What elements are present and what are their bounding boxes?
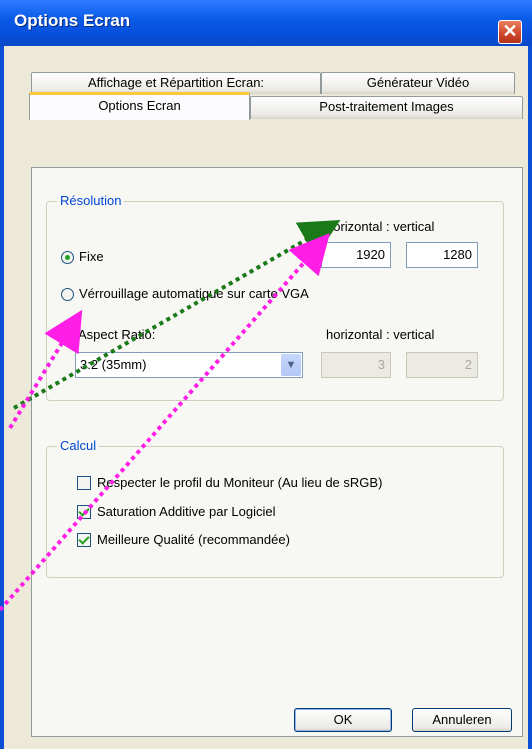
fixed-label: Fixe bbox=[79, 249, 104, 264]
aspect-h-field: 3 bbox=[321, 352, 391, 378]
resolution-group-label: Résolution bbox=[57, 193, 125, 208]
window-title: Options Ecran bbox=[14, 11, 131, 30]
aspect-ratio-value: 3:2 (35mm) bbox=[80, 357, 147, 372]
aspect-v-field: 2 bbox=[406, 352, 478, 378]
cancel-button[interactable]: Annuleren bbox=[412, 708, 512, 732]
additive-saturation-label: Saturation Additive par Logiciel bbox=[97, 504, 276, 519]
close-button[interactable]: ✕ bbox=[498, 20, 522, 44]
tab-generateur-video[interactable]: Générateur Vidéo bbox=[321, 72, 515, 94]
best-quality-checkbox[interactable] bbox=[77, 533, 91, 547]
monitor-profile-checkbox[interactable] bbox=[77, 476, 91, 490]
dialog-client-area: Affichage et Répartition Ecran: Générate… bbox=[4, 46, 528, 749]
fixed-radio[interactable] bbox=[61, 251, 74, 264]
ok-button[interactable]: OK bbox=[294, 708, 392, 732]
additive-saturation-checkbox[interactable] bbox=[77, 505, 91, 519]
auto-vga-label: Vérrouillage automatique sur carte VGA bbox=[79, 286, 309, 301]
monitor-profile-label: Respecter le profil du Moniteur (Au lieu… bbox=[97, 475, 383, 490]
tab-affichage-repartition[interactable]: Affichage et Répartition Ecran: bbox=[31, 72, 321, 94]
width-field[interactable]: 1920 bbox=[321, 242, 391, 268]
tab-post-traitement[interactable]: Post-traitement Images bbox=[250, 96, 523, 119]
auto-vga-radio[interactable] bbox=[61, 288, 74, 301]
aspect-ratio-label: Aspect Ratio: bbox=[78, 327, 156, 342]
resolution-group: Résolution horizontal : vertical Fixe 19… bbox=[46, 193, 504, 401]
dialog-window: Options Ecran ✕ Affichage et Répartition… bbox=[0, 0, 532, 749]
calcul-group-label: Calcul bbox=[57, 438, 100, 453]
aspect-ratio-select[interactable]: 3:2 (35mm) ▼ bbox=[75, 352, 303, 378]
height-field[interactable]: 1280 bbox=[406, 242, 478, 268]
chevron-down-icon[interactable]: ▼ bbox=[281, 354, 301, 376]
best-quality-label: Meilleure Qualité (recommandée) bbox=[97, 532, 290, 547]
aspect-header: horizontal : vertical bbox=[326, 327, 435, 342]
resolution-header: horizontal : vertical bbox=[326, 219, 435, 234]
title-bar[interactable]: Options Ecran ✕ bbox=[0, 0, 532, 46]
tab-panel: Résolution horizontal : vertical Fixe 19… bbox=[31, 167, 523, 737]
tab-options-ecran[interactable]: Options Ecran bbox=[29, 92, 250, 120]
calcul-group: Calcul Respecter le profil du Moniteur (… bbox=[46, 438, 504, 578]
